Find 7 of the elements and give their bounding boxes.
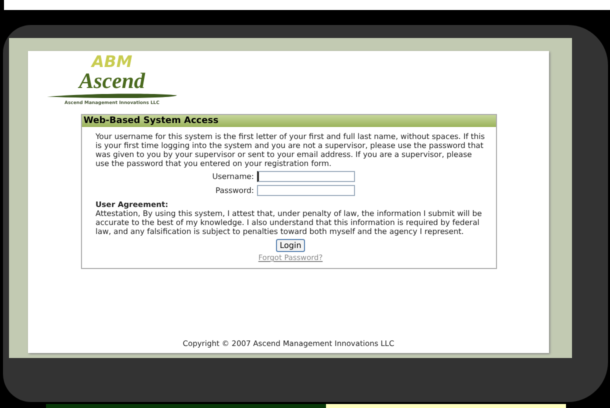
panel-title: Web-Based System Access bbox=[82, 115, 496, 127]
input-field[interactable] bbox=[257, 185, 355, 196]
input-field[interactable] bbox=[257, 171, 355, 182]
login-button[interactable]: Login bbox=[276, 239, 306, 252]
logo-letters: ABM bbox=[92, 53, 132, 70]
logo-name: Ascend bbox=[79, 70, 145, 92]
swoosh-icon bbox=[47, 93, 177, 99]
